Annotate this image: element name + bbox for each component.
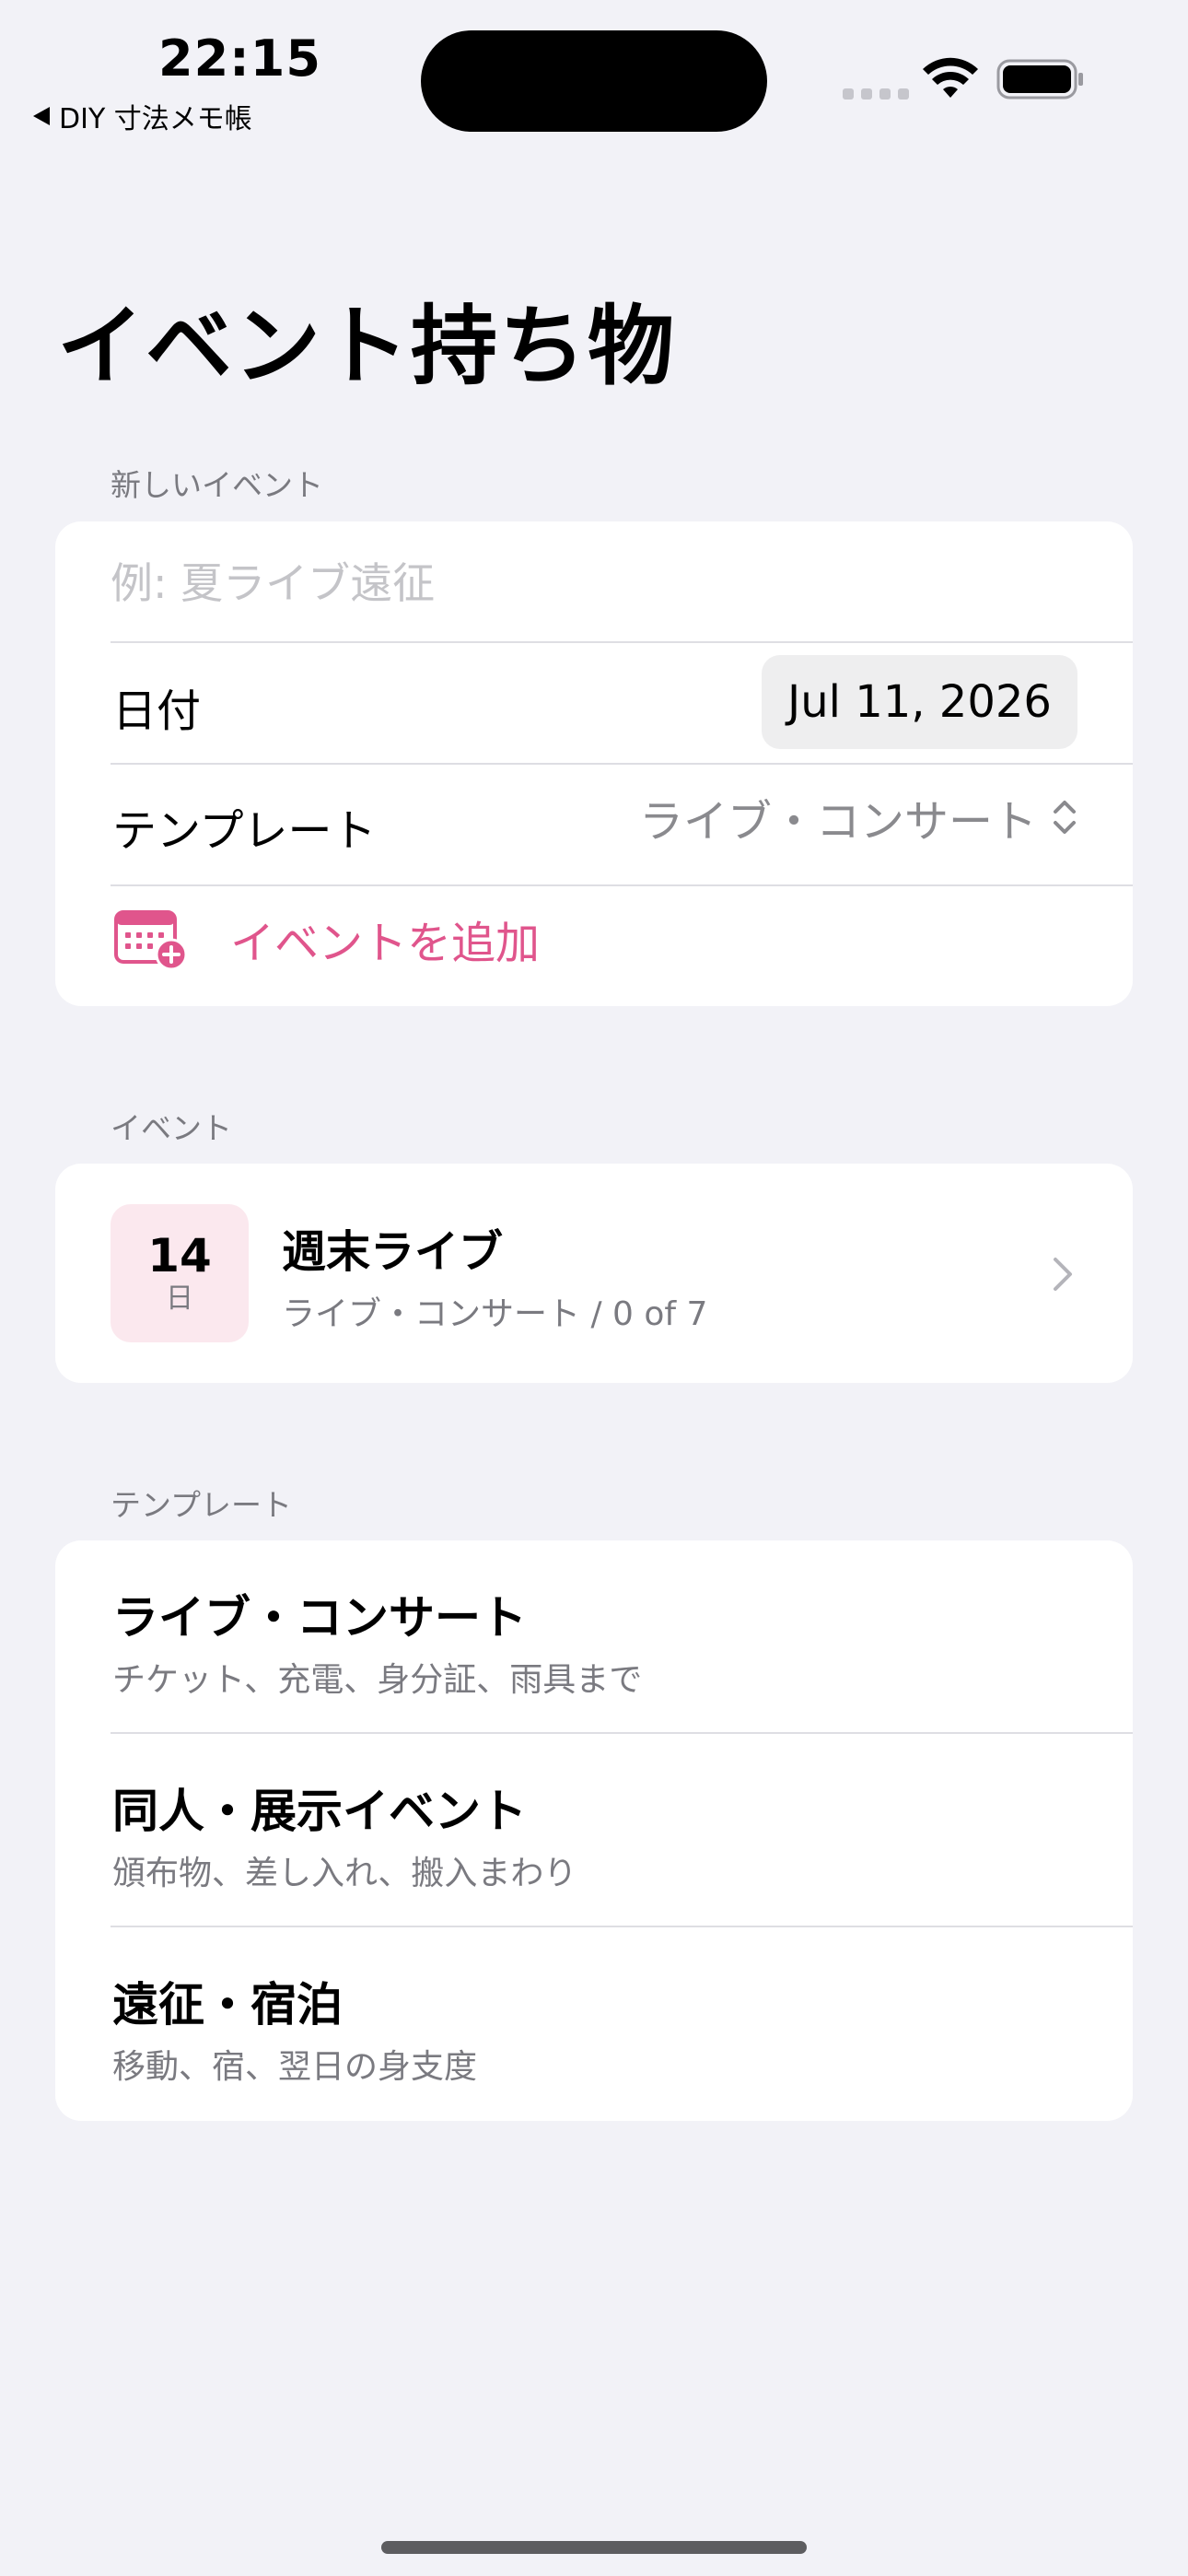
event-row[interactable]: 14 日 週末ライブ ライブ・コンサート / 0 of 7 [55,1164,1133,1383]
templates-card: ライブ・コンサート チケット、充電、身分証、雨具まで 同人・展示イベント 頒布物… [55,1540,1133,2121]
divider [111,641,1133,643]
template-label: テンプレート [112,805,377,857]
dynamic-island [421,30,767,132]
event-title: 週末ライブ [282,1226,504,1278]
chevron-up-down-icon [1054,801,1076,834]
event-date-badge: 14 日 [111,1204,249,1342]
template-picker-value: ライブ・コンサート [638,796,1037,848]
back-triangle-icon [33,107,50,125]
event-subtitle: ライブ・コンサート / 0 of 7 [282,1295,708,1333]
home-indicator[interactable] [381,2541,807,2554]
new-event-section-header: 新しいイベント [111,467,323,503]
add-event-button[interactable]: イベントを追加 [114,907,540,971]
event-day: 14 [147,1229,212,1282]
template-description: チケット、充電、身分証、雨具まで [112,1661,643,1699]
event-day-unit: 日 [166,1282,193,1315]
template-title: 遠征・宿泊 [112,1978,343,2032]
template-row[interactable]: 遠征・宿泊 移動、宿、翌日の身支度 [55,1927,1133,2121]
template-title: ライブ・コンサート [112,1591,527,1645]
template-description: 移動、宿、翌日の身支度 [112,2048,478,2086]
page-title: イベント持ち物 [57,297,677,397]
chevron-right-icon [1054,1258,1072,1291]
date-label: 日付 [112,685,202,737]
divider [111,763,1133,765]
events-section-header: イベント [111,1110,232,1146]
calendar-add-icon [114,910,188,971]
cellular-signal-icon [843,88,909,100]
wifi-icon [923,57,978,98]
status-bar: 22:15 DIY 寸法メモ帳 [0,0,1188,138]
template-description: 頒布物、差し入れ、搬入まわり [112,1855,577,1892]
date-picker-button[interactable]: Jul 11, 2026 [762,655,1077,749]
event-name-input[interactable] [111,542,1087,625]
status-time: 22:15 [158,29,321,88]
divider [111,884,1133,886]
template-row[interactable]: 同人・展示イベント 頒布物、差し入れ、搬入まわり [55,1734,1133,1927]
template-picker[interactable]: ライブ・コンサート [639,771,1077,863]
new-event-card: 日付 Jul 11, 2026 テンプレート ライブ・コンサート [55,521,1133,1006]
templates-section-header: テンプレート [111,1487,293,1523]
battery-icon [996,59,1083,100]
template-row[interactable]: ライブ・コンサート チケット、充電、身分証、雨具まで [55,1540,1133,1734]
add-event-label: イベントを追加 [230,918,541,969]
back-app-label: DIY 寸法メモ帳 [59,103,252,135]
template-title: 同人・展示イベント [112,1785,527,1838]
back-to-app-link[interactable]: DIY 寸法メモ帳 [33,96,252,136]
